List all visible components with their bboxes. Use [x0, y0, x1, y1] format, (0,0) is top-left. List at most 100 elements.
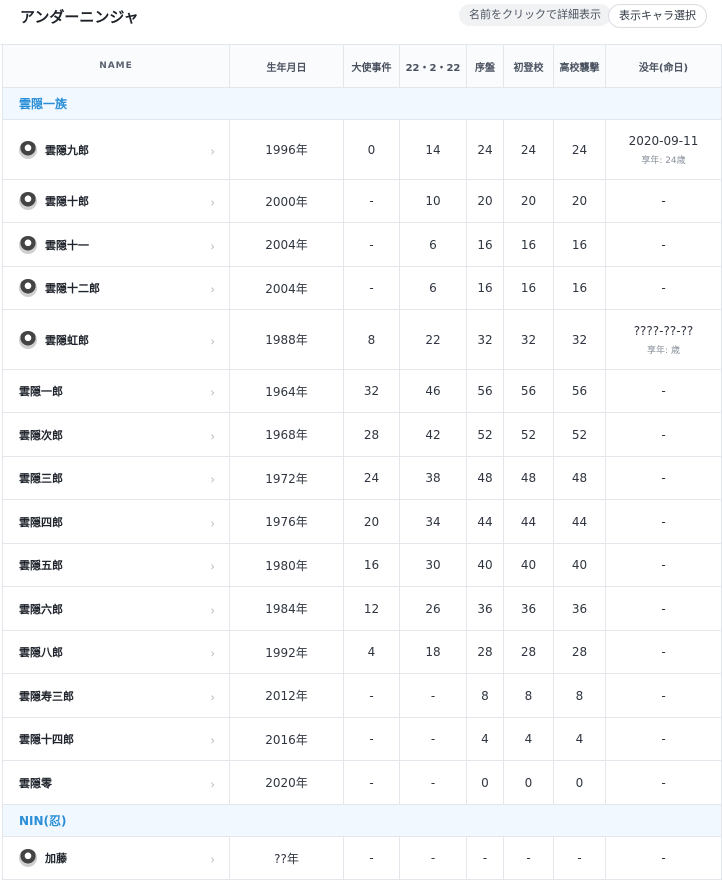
chevron-right-icon: › [210, 143, 215, 158]
name-cell[interactable]: 加藤 › [2, 836, 230, 880]
age-cell: - [343, 836, 400, 880]
character-name[interactable]: 雲隠三郎 [19, 470, 63, 486]
age-cell: 56 [503, 369, 554, 413]
death-date: - [661, 281, 666, 295]
character-row[interactable]: 加藤 › ??年 - - - - - - [2, 836, 722, 880]
table-body: 雲隠一族 雲隠九郎 › 1996年 0 14 24 24 24 2020-09-11 享年: 24歳… [2, 87, 722, 880]
age-cell: 32 [553, 309, 606, 370]
character-name[interactable]: 雲隠零 [19, 775, 52, 791]
character-row[interactable]: 雲隠三郎 › 1972年 24 38 48 48 48- [2, 456, 722, 500]
chevron-right-icon: › [210, 282, 215, 297]
death-cell: - [605, 369, 722, 413]
chevron-right-icon: › [210, 776, 215, 791]
name-cell[interactable]: 雲隠十四郎 › [2, 717, 230, 761]
name-cell[interactable]: 雲隠六郎 › [2, 586, 230, 631]
character-name[interactable]: 雲隠八郎 [19, 644, 63, 660]
group-row: 雲隠一族 [2, 87, 722, 120]
select-characters-button[interactable]: 表示キャラ選択 [608, 4, 707, 28]
chevron-right-icon: › [210, 733, 215, 748]
death-age: 享年: 24歳 [641, 155, 686, 166]
name-cell[interactable]: 雲隠十二郎 › [2, 266, 230, 310]
character-name[interactable]: 雲隠九郎 [45, 142, 89, 158]
character-name[interactable]: 加藤 [45, 850, 67, 866]
age-cell: 48 [503, 456, 554, 500]
name-cell[interactable]: 雲隠十一 › [2, 222, 230, 267]
name-cell[interactable]: 雲隠九郎 › [2, 119, 230, 180]
character-row[interactable]: 雲隠十一 › 2004年 -6 16 16 16- [2, 222, 722, 267]
death-date: - [661, 384, 666, 398]
name-wrap: 雲隠次郎 [19, 427, 229, 443]
name-cell[interactable]: 雲隠零 › [2, 760, 230, 805]
character-name[interactable]: 雲隠十郎 [45, 193, 89, 209]
character-row[interactable]: 雲隠六郎 › 1984年 12 26 36 36 36- [2, 586, 722, 631]
age-cell: 8 [503, 673, 554, 718]
character-name[interactable]: 雲隠十四郎 [19, 731, 74, 747]
birth-year-cell: 2004年 [229, 222, 344, 267]
death-date: - [661, 732, 666, 746]
name-cell[interactable]: 雲隠虹郎 › [2, 309, 230, 370]
character-row[interactable]: 雲隠次郎 › 1968年 28 42 52 52 52- [2, 412, 722, 457]
character-avatar-icon [19, 140, 37, 159]
age-cell: 18 [399, 630, 467, 674]
age-cell: 14 [399, 119, 467, 180]
character-row[interactable]: 雲隠寿三郎 › 2012年 - -8 8 8- [2, 673, 722, 718]
birth-year-cell: 1984年 [229, 586, 344, 631]
age-cell: 0 [466, 760, 504, 805]
page-title: アンダーニンジャ [20, 8, 139, 26]
name-wrap: 雲隠八郎 [19, 644, 229, 660]
name-cell[interactable]: 雲隠十郎 › [2, 179, 230, 223]
age-cell: 26 [399, 586, 467, 631]
chevron-right-icon: › [210, 852, 215, 867]
age-cell: 4 [466, 717, 504, 761]
character-avatar-icon [19, 192, 37, 210]
age-cell: 34 [399, 499, 467, 544]
age-cell: 28 [466, 630, 504, 674]
age-cell: - [343, 179, 400, 223]
character-name[interactable]: 雲隠六郎 [19, 601, 63, 617]
character-row[interactable]: 雲隠四郎 › 1976年 20 34 44 44 44- [2, 499, 722, 544]
character-row[interactable]: 雲隠虹郎 › 1988年 8 22 32 32 32 ????-??-?? 享年: 歳 [2, 309, 722, 370]
name-cell[interactable]: 雲隠五郎 › [2, 543, 230, 587]
name-wrap: 雲隠寿三郎 [19, 688, 229, 704]
character-row[interactable]: 雲隠五郎 › 1980年 16 30 40 40 40- [2, 543, 722, 587]
character-name[interactable]: 雲隠次郎 [19, 427, 63, 443]
name-wrap: 雲隠四郎 [19, 514, 229, 530]
age-cell: - [343, 673, 400, 718]
character-name[interactable]: 雲隠四郎 [19, 514, 63, 530]
death-cell: - [605, 222, 722, 267]
character-row[interactable]: 雲隠十郎 › 2000年 -10 20 20 20- [2, 179, 722, 223]
character-avatar-icon [19, 279, 37, 297]
name-cell[interactable]: 雲隠寿三郎 › [2, 673, 230, 718]
character-name[interactable]: 雲隠虹郎 [45, 332, 89, 348]
character-row[interactable]: 雲隠八郎 › 1992年 4 18 28 28 28- [2, 630, 722, 674]
character-row[interactable]: 雲隠十四郎 › 2016年 - -4 4 4- [2, 717, 722, 761]
character-row[interactable]: 雲隠零 › 2020年 - -0 0 0- [2, 760, 722, 805]
character-row[interactable]: 雲隠九郎 › 1996年 0 14 24 24 24 2020-09-11 享年: 24歳 [2, 119, 722, 180]
death-cell: ????-??-?? 享年: 歳 [605, 309, 722, 370]
birth-year-cell: 1992年 [229, 630, 344, 674]
character-name[interactable]: 雲隠十一 [45, 237, 89, 253]
age-cell: 8 [343, 309, 400, 370]
age-cell: 48 [466, 456, 504, 500]
age-cell: 16 [503, 222, 554, 267]
name-cell[interactable]: 雲隠三郎 › [2, 456, 230, 500]
group-label: NIN(忍) [2, 804, 722, 837]
character-name[interactable]: 雲隠寿三郎 [19, 688, 74, 704]
death-date: - [661, 688, 666, 703]
name-wrap: 雲隠六郎 [19, 601, 229, 617]
name-cell[interactable]: 雲隠八郎 › [2, 630, 230, 674]
birth-year-cell: 1972年 [229, 456, 344, 500]
name-cell[interactable]: 雲隠一郎 › [2, 369, 230, 413]
name-wrap: 雲隠零 [19, 775, 229, 791]
character-name[interactable]: 雲隠一郎 [19, 383, 63, 399]
character-name[interactable]: 雲隠五郎 [19, 557, 63, 573]
character-name[interactable]: 雲隠十二郎 [45, 280, 100, 296]
name-cell[interactable]: 雲隠四郎 › [2, 499, 230, 544]
character-row[interactable]: 雲隠十二郎 › 2004年 -6 16 16 16- [2, 266, 722, 310]
death-cell: - [605, 717, 722, 761]
character-row[interactable]: 雲隠一郎 › 1964年 32 46 56 56 56- [2, 369, 722, 413]
death-date: - [661, 237, 666, 252]
name-cell[interactable]: 雲隠次郎 › [2, 412, 230, 457]
column-header: 初登校 [503, 44, 554, 88]
chevron-right-icon: › [210, 238, 215, 253]
